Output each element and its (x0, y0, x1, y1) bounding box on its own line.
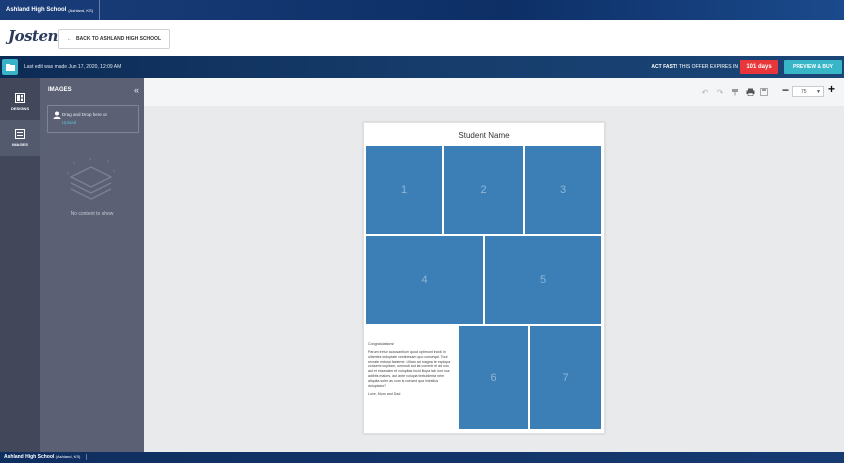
redo-icon[interactable]: ↷ (714, 86, 726, 98)
photo-slot-3[interactable]: 3 (525, 146, 601, 234)
floppy-icon (760, 88, 768, 96)
photo-slot-2[interactable]: 2 (444, 146, 523, 234)
message-text-box[interactable]: Congratulations! Parum iretur accusantiu… (368, 342, 454, 427)
photo-slot-6[interactable]: 6 (459, 326, 528, 429)
offer-text: ACT FAST! THIS OFFER EXPIRES IN (651, 64, 738, 70)
empty-layers-icon (67, 158, 115, 200)
collapse-panel-icon[interactable]: « (134, 85, 139, 95)
top-school-bar: Ashland High School (Ashland, KS) (0, 0, 844, 20)
bottom-school-bar: Ashland High School (Ashland, KS) (0, 452, 844, 463)
images-panel: IMAGES « Drag and Drop here or Upload No… (40, 78, 144, 452)
format-painter-icon[interactable] (729, 86, 741, 98)
design-page[interactable]: Student Name 1 2 3 4 5 Congratulations! … (363, 122, 605, 434)
arrow-left-icon: ← (67, 36, 72, 42)
photo-slot-4[interactable]: 4 (366, 236, 483, 324)
school-title[interactable]: Ashland High School (Ashland, KS) (0, 0, 101, 20)
preview-buy-button[interactable]: PREVIEW & BUY (784, 60, 842, 74)
message-greeting: Congratulations! (368, 342, 395, 346)
editor-toolbar: ↶ ↷ − 75 ▼ + (144, 78, 844, 107)
rail-item-designs[interactable]: DESIGNS (0, 84, 40, 120)
back-to-school-button[interactable]: ← BACK TO ASHLAND HIGH SCHOOL (58, 29, 170, 49)
message-signature: Love, Mom and Dad (368, 391, 401, 396)
undo-icon[interactable]: ↶ (699, 86, 711, 98)
paint-icon (732, 89, 738, 96)
chevron-down-icon: ▼ (816, 89, 821, 95)
status-bar: Last edit was made Jun 17, 2020, 12:09 A… (0, 56, 844, 78)
photo-slot-5[interactable]: 5 (485, 236, 601, 324)
empty-state-text: No content to show (70, 211, 114, 217)
save-icon[interactable] (758, 86, 770, 98)
bottom-school-title[interactable]: Ashland High School (Ashland, KS) (4, 454, 88, 460)
message-body: Parum iretur accusantium quod optimunt i… (368, 349, 451, 388)
upload-link[interactable]: Upload (62, 120, 76, 125)
image-dropzone[interactable]: Drag and Drop here or Upload (47, 105, 139, 133)
rail-item-images[interactable]: IMAGES (0, 120, 40, 156)
photo-slot-7[interactable]: 7 (530, 326, 601, 429)
designs-icon (15, 93, 25, 103)
design-canvas: Student Name 1 2 3 4 5 Congratulations! … (144, 106, 844, 452)
user-upload-icon (53, 111, 61, 119)
printer-icon (746, 88, 754, 96)
zoom-select[interactable]: 75 ▼ (792, 86, 824, 97)
images-icon (15, 129, 25, 139)
folder-icon (5, 64, 15, 71)
student-name-text[interactable]: Student Name (364, 131, 604, 140)
zoom-in-button[interactable]: + (828, 82, 835, 96)
left-rail: DESIGNS IMAGES (0, 78, 40, 452)
app-header: Jostens ← BACK TO ASHLAND HIGH SCHOOL (0, 20, 844, 57)
folder-button[interactable] (2, 59, 18, 75)
days-remaining-badge: 101 days (740, 60, 778, 74)
print-icon[interactable] (744, 86, 756, 98)
photo-slot-1[interactable]: 1 (366, 146, 442, 234)
panel-title: IMAGES (48, 87, 72, 93)
last-edit-text: Last edit was made Jun 17, 2020, 12:09 A… (24, 64, 122, 70)
zoom-out-button[interactable]: − (782, 83, 789, 97)
